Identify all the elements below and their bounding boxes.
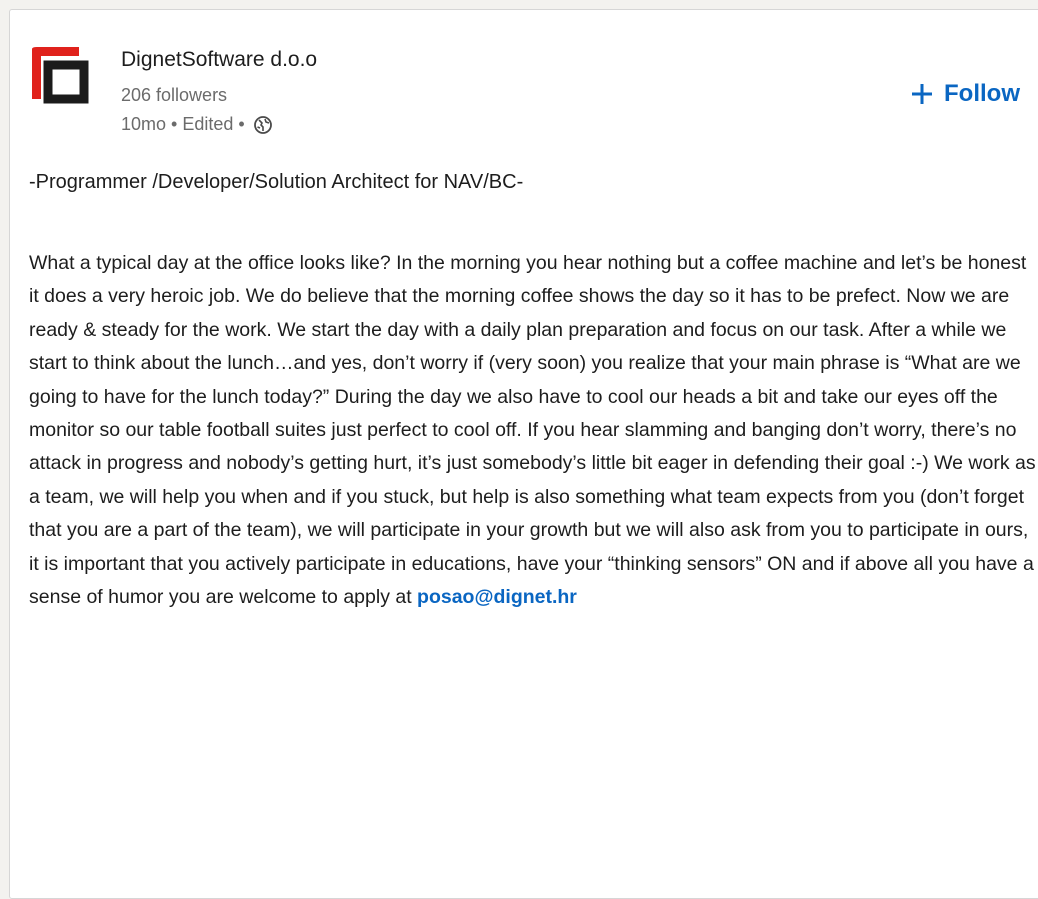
followers-count: 206 followers bbox=[121, 85, 228, 105]
plus-icon bbox=[912, 84, 933, 104]
edited-label: Edited bbox=[182, 114, 234, 134]
post-time: 10mo bbox=[121, 114, 167, 134]
follow-label: Follow bbox=[944, 80, 1020, 107]
follow-button[interactable]: Follow bbox=[911, 80, 1020, 108]
meta-separator: • bbox=[171, 114, 178, 134]
post-body-text: What a typical day at the office looks l… bbox=[29, 252, 1036, 609]
company-logo[interactable] bbox=[29, 41, 93, 105]
globe-icon bbox=[253, 115, 272, 134]
meta-separator: • bbox=[238, 114, 245, 134]
post-title: -Programmer /Developer/Solution Architec… bbox=[29, 171, 524, 193]
post-card: DignetSoftware d.o.o 206 followers 10mo … bbox=[9, 9, 1038, 899]
email-link[interactable]: posao@dignet.hr bbox=[417, 586, 577, 608]
post-body: What a typical day at the office looks l… bbox=[29, 247, 1038, 614]
post-meta: 10mo • Edited • bbox=[121, 114, 273, 135]
company-name[interactable]: DignetSoftware d.o.o bbox=[121, 48, 317, 72]
